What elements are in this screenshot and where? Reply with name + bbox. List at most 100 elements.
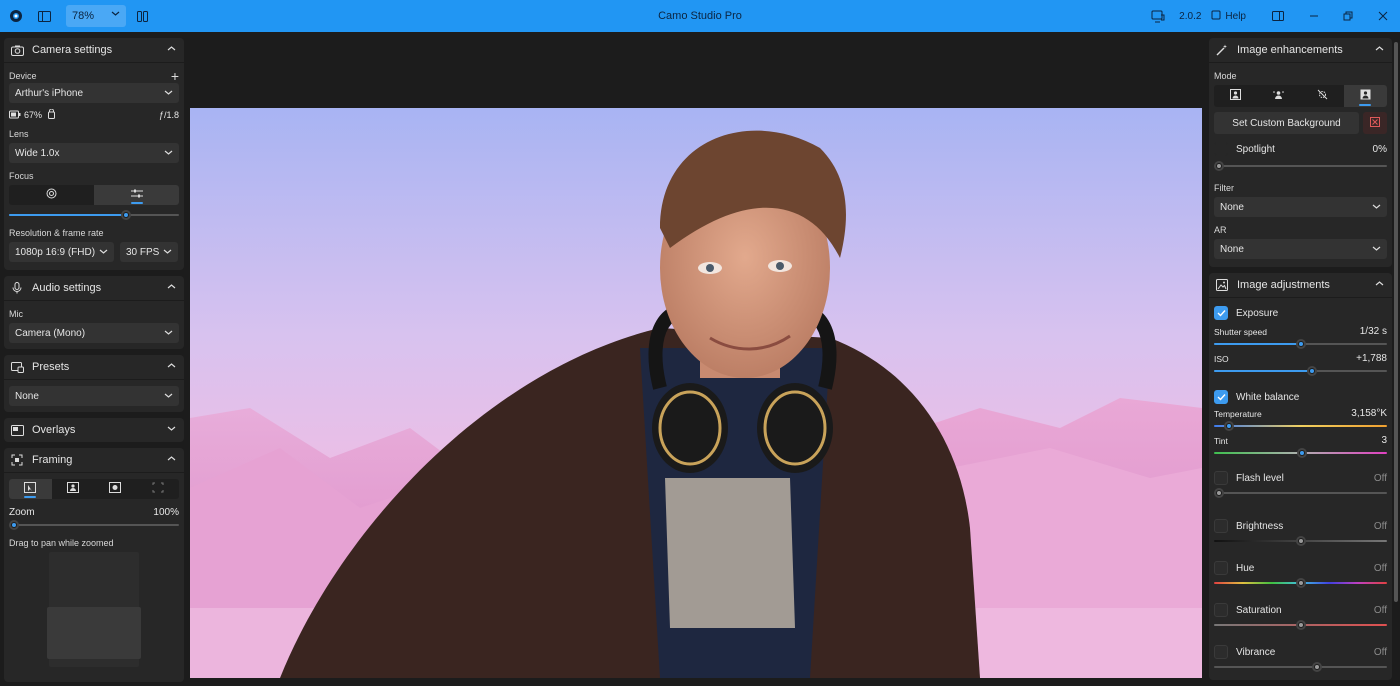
spotlight-slider-knob[interactable] [1214, 161, 1224, 171]
focus-manual-button[interactable] [94, 185, 179, 205]
ar-dropdown[interactable]: None [1214, 239, 1387, 259]
brightness-checkbox[interactable] [1214, 519, 1228, 533]
camera-settings-header[interactable]: Camera settings [4, 38, 184, 62]
device-dropdown[interactable]: Arthur's iPhone [9, 83, 179, 103]
chevron-down-icon [164, 148, 173, 160]
zoom-slider[interactable] [9, 518, 179, 532]
image-enhancements-header[interactable]: Image enhancements [1209, 38, 1392, 62]
overlays-header[interactable]: Overlays [4, 418, 184, 442]
mic-value: Camera (Mono) [15, 327, 86, 339]
camera-preview[interactable] [190, 108, 1202, 678]
set-custom-background-label: Set Custom Background [1232, 117, 1341, 129]
mic-dropdown[interactable]: Camera (Mono) [9, 323, 179, 343]
audio-settings-header[interactable]: Audio settings [4, 276, 184, 300]
fps-dropdown[interactable]: 30 FPS [120, 242, 178, 262]
brightness-knob[interactable] [1295, 536, 1306, 546]
scrollbar-thumb[interactable] [1394, 42, 1398, 602]
chevron-down-icon [163, 247, 172, 259]
presets-dropdown[interactable]: None [9, 386, 179, 406]
face-frame-icon [109, 482, 122, 496]
iso-slider[interactable] [1214, 364, 1387, 378]
iso-knob[interactable] [1306, 366, 1317, 376]
focus-slider-knob[interactable] [121, 210, 131, 220]
device-link-icon[interactable] [1141, 0, 1175, 32]
zoom-dropdown[interactable]: 78% [66, 5, 126, 27]
chevron-down-icon [167, 424, 176, 436]
spotlight-slider[interactable] [1214, 159, 1387, 173]
layout-icon[interactable] [1258, 0, 1298, 32]
presets-card: Presets None [4, 355, 184, 412]
saturation-checkbox[interactable] [1214, 603, 1228, 617]
tint-knob[interactable] [1297, 448, 1308, 458]
pan-area[interactable] [47, 552, 141, 667]
framing-center-button[interactable] [137, 479, 180, 499]
zoom-slider-knob[interactable] [9, 520, 19, 530]
flash-level-checkbox[interactable] [1214, 471, 1228, 485]
overlays-title: Overlays [32, 424, 76, 436]
tint-label: Tint [1214, 435, 1228, 446]
lens-dropdown[interactable]: Wide 1.0x [9, 143, 179, 163]
restore-icon[interactable] [1330, 0, 1366, 32]
framing-person-button[interactable] [52, 479, 95, 499]
pan-viewport[interactable] [47, 607, 141, 659]
zoom-value: 78% [72, 10, 95, 22]
zoom-percent: 100% [153, 507, 179, 518]
split-view-icon[interactable] [126, 0, 158, 32]
target-icon [46, 188, 57, 202]
hue-checkbox[interactable] [1214, 561, 1228, 575]
vibrance-slider[interactable] [1214, 660, 1387, 674]
set-custom-background-button[interactable]: Set Custom Background [1214, 112, 1359, 134]
exposure-checkbox[interactable] [1214, 306, 1228, 320]
framing-header[interactable]: Framing [4, 448, 184, 472]
saturation-slider[interactable] [1214, 618, 1387, 632]
remove-background-image-button[interactable] [1363, 112, 1387, 134]
tint-slider[interactable] [1214, 446, 1387, 460]
flash-level-slider[interactable] [1214, 486, 1387, 500]
filter-dropdown[interactable]: None [1214, 197, 1387, 217]
image-adjustments-header[interactable]: Image adjustments [1209, 273, 1392, 297]
spotlight-label: Spotlight [1236, 143, 1275, 155]
help-button[interactable]: Help [1205, 0, 1258, 32]
mode-blur-button[interactable] [1257, 85, 1300, 107]
vibrance-label: Vibrance [1236, 646, 1276, 658]
help-icon [1211, 10, 1221, 23]
framing-manual-button[interactable] [9, 479, 52, 499]
mode-remove-button[interactable] [1301, 85, 1344, 107]
hue-knob[interactable] [1295, 578, 1306, 588]
shutter-speed-value: 1/32 s [1359, 326, 1387, 337]
spotlight-checkbox[interactable] [1214, 142, 1228, 156]
white-balance-checkbox[interactable] [1214, 390, 1228, 404]
resolution-dropdown[interactable]: 1080p 16:9 (FHD) [9, 242, 114, 262]
hue-slider[interactable] [1214, 576, 1387, 590]
flash-level-knob[interactable] [1214, 488, 1224, 498]
saturation-value: Off [1373, 604, 1387, 616]
mode-replace-button[interactable] [1343, 85, 1387, 107]
minimize-icon[interactable] [1298, 0, 1330, 32]
shutter-speed-knob[interactable] [1295, 339, 1306, 349]
presets-header[interactable]: Presets [4, 355, 184, 379]
mode-portrait-button[interactable] [1214, 85, 1257, 107]
presets-value: None [15, 390, 39, 402]
mode-toggle [1214, 85, 1387, 107]
close-icon[interactable] [1366, 0, 1400, 32]
aperture-value: ƒ/1.8 [158, 110, 179, 120]
focus-slider[interactable] [9, 208, 179, 222]
sidebar-toggle-icon[interactable] [28, 0, 60, 32]
brightness-slider[interactable] [1214, 534, 1387, 548]
camera-settings-card: Camera settings Device + Arthur's iPhone… [4, 38, 184, 270]
shutter-speed-slider[interactable] [1214, 337, 1387, 351]
chevron-up-icon [167, 282, 176, 294]
temperature-knob[interactable] [1223, 421, 1234, 431]
framing-face-button[interactable] [94, 479, 137, 499]
checkmark-icon [1217, 310, 1226, 317]
hue-value: Off [1373, 562, 1387, 574]
saturation-knob[interactable] [1295, 620, 1306, 630]
focus-auto-button[interactable] [9, 185, 94, 205]
vibrance-checkbox[interactable] [1214, 645, 1228, 659]
vibrance-knob[interactable] [1311, 662, 1322, 672]
add-device-icon[interactable]: + [171, 69, 179, 83]
battery-value: 67% [24, 110, 43, 120]
temperature-slider[interactable] [1214, 419, 1387, 433]
presets-title: Presets [32, 361, 70, 373]
right-panel-scrollbar[interactable] [1392, 32, 1400, 686]
